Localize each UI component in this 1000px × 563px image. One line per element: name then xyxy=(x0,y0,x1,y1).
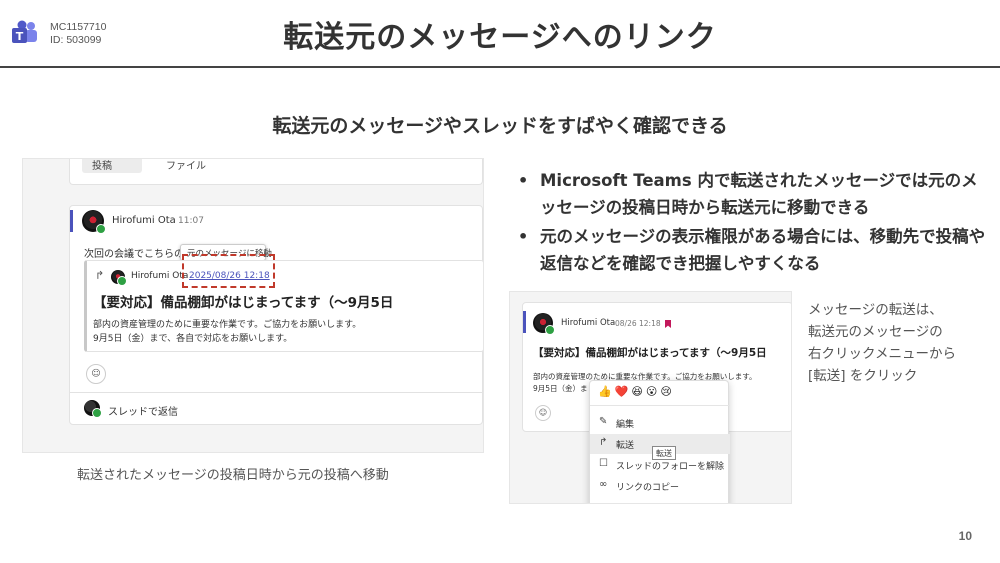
menu-label: 編集 xyxy=(616,420,635,430)
message-title: 【要対応】備品棚卸がはじまってます（〜9月5日 xyxy=(533,347,767,359)
bullet-item: • Microsoft Teams 内で転送されたメッセージでは元のメッセージの… xyxy=(518,167,988,221)
message-time: 11:07 xyxy=(178,216,204,226)
menu-item-copy-link[interactable]: ∞ リンクのコピー xyxy=(590,476,730,496)
reaction-emojis[interactable]: 👍❤️😆😮😢 xyxy=(598,385,675,398)
caption-line: [転送] をクリック xyxy=(808,368,918,384)
avatar xyxy=(84,400,102,418)
message-time: 08/26 12:18 xyxy=(615,319,661,328)
bullet-item: • 元のメッセージの表示権限がある場合には、移動先で投稿や返信などを確認でき把握… xyxy=(518,223,988,277)
caption-left: 転送されたメッセージの投稿日時から元の投稿へ移動 xyxy=(77,468,389,483)
bullet-dot-icon: • xyxy=(518,171,529,190)
caption-line: メッセージの転送は、 xyxy=(808,302,943,318)
chat-icon: ☐ xyxy=(599,458,608,469)
avatar[interactable] xyxy=(82,210,106,234)
message-card: Hirofumi Ota 11:07 次回の会議でこちらの件 元のメッセージに移… xyxy=(69,205,483,425)
page-number: 10 xyxy=(958,529,972,543)
forward-author-name: Hirofumi Ota xyxy=(131,271,189,281)
add-reaction-icon[interactable]: ☺ xyxy=(86,364,106,384)
message-accent-bar xyxy=(523,311,526,333)
forward-tooltip: 転送 xyxy=(652,446,676,460)
forwarded-message-line: 9月5日（金）まで、各自で対応をお願いします。 xyxy=(93,334,293,344)
forward-icon: ↱ xyxy=(599,437,608,448)
bullet-text: 元のメッセージの表示権限がある場合には、移動先で投稿や返信などを確認でき把握しや… xyxy=(540,227,986,273)
forward-menu-screenshot: Hirofumi Ota 08/26 12:18 【要対応】備品棚卸がはじまって… xyxy=(509,291,792,504)
tab-files[interactable]: ファイル xyxy=(166,159,206,172)
subtitle: 転送元のメッセージやスレッドをすばやく確認できる xyxy=(272,115,728,137)
bookmark-icon xyxy=(665,320,671,328)
author-name: Hirofumi Ota xyxy=(112,215,176,226)
page-title: 転送元のメッセージへのリンク xyxy=(283,20,717,55)
avatar xyxy=(111,270,127,286)
bullet-list: • Microsoft Teams 内で転送されたメッセージでは元のメッセージの… xyxy=(518,167,988,279)
bullet-dot-icon: • xyxy=(518,227,529,246)
bullet-text: Microsoft Teams 内で転送されたメッセージでは元のメッセージの投稿… xyxy=(540,171,978,217)
author-name: Hirofumi Ota xyxy=(561,318,616,328)
caption-line: 右クリックメニューから xyxy=(808,346,956,362)
menu-divider xyxy=(590,405,730,406)
header-divider xyxy=(0,66,1000,68)
forward-arrow-icon: ↱ xyxy=(95,269,105,282)
menu-label: 転送 xyxy=(616,441,635,451)
message-body: 次回の会議でこちらの件 xyxy=(84,249,194,260)
forwarded-message-box: ↱ Hirofumi Ota 2025/08/26 12:18 【要対応】備品棚… xyxy=(84,260,483,352)
divider xyxy=(70,392,483,393)
message-accent-bar xyxy=(70,210,73,232)
caption-line: 転送元のメッセージの xyxy=(808,324,943,340)
add-reaction-icon[interactable]: ☺ xyxy=(535,405,551,421)
channel-tabs: 投稿 ファイル xyxy=(69,159,483,185)
message-line: 9月5日（金）ま xyxy=(533,384,588,393)
highlight-box xyxy=(182,254,275,288)
avatar[interactable] xyxy=(533,313,555,335)
forwarded-message-line: 部内の資産管理のために重要な作業です。ご協力をお願いします。 xyxy=(93,320,362,330)
reply-in-thread-button[interactable]: スレッドで返信 xyxy=(108,403,178,418)
forwarded-message-screenshot: 投稿 ファイル Hirofumi Ota 11:07 次回の会議でこちらの件 元… xyxy=(22,158,484,453)
menu-label: リンクのコピー xyxy=(616,483,680,493)
menu-item-edit[interactable]: ✎ 編集 xyxy=(590,413,730,433)
tab-post[interactable]: 投稿 xyxy=(82,159,142,173)
link-icon: ∞ xyxy=(599,479,608,490)
pencil-icon: ✎ xyxy=(599,416,608,427)
context-menu: 👍❤️😆😮😢 ✎ 編集 ↱ 転送 ☐ スレッドのフォローを解除 ∞ リンクのコピ… xyxy=(589,380,730,503)
menu-label: スレッドのフォローを解除 xyxy=(616,462,725,472)
caption-right: メッセージの転送は、 転送元のメッセージの 右クリックメニューから [転送] を… xyxy=(808,299,956,387)
forwarded-message-title: 【要対応】備品棚卸がはじまってます（〜9月5日 xyxy=(93,295,394,311)
